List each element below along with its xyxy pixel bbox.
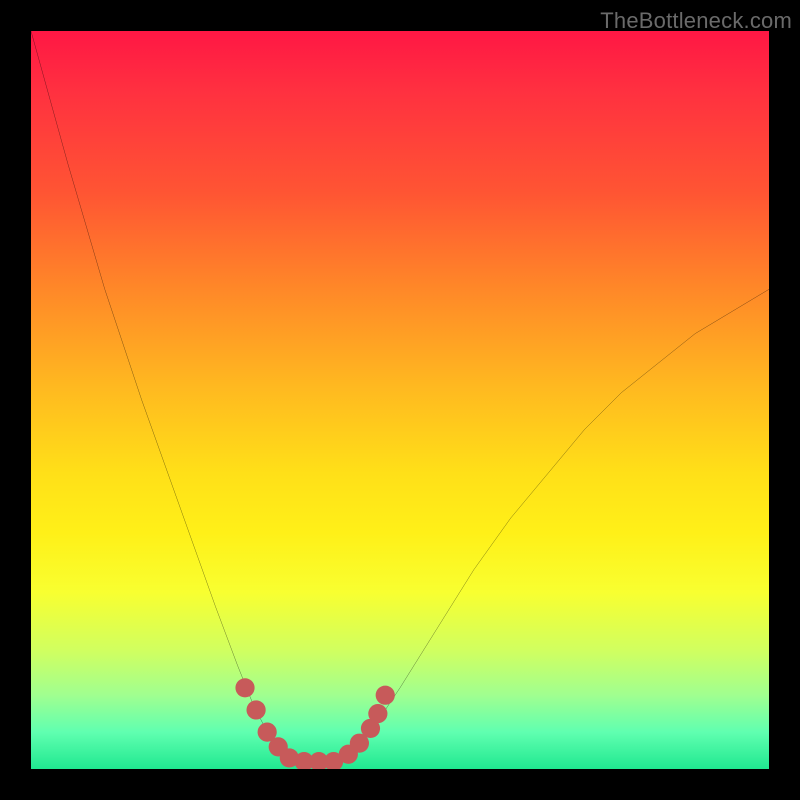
watermark-text: TheBottleneck.com <box>600 8 792 34</box>
marker-dot <box>376 686 395 705</box>
marker-group <box>235 678 394 769</box>
marker-dot <box>246 700 265 719</box>
marker-dot <box>368 704 387 723</box>
bottleneck-chart-svg <box>31 31 769 769</box>
bottleneck-curve <box>31 31 769 762</box>
marker-dot <box>235 678 254 697</box>
